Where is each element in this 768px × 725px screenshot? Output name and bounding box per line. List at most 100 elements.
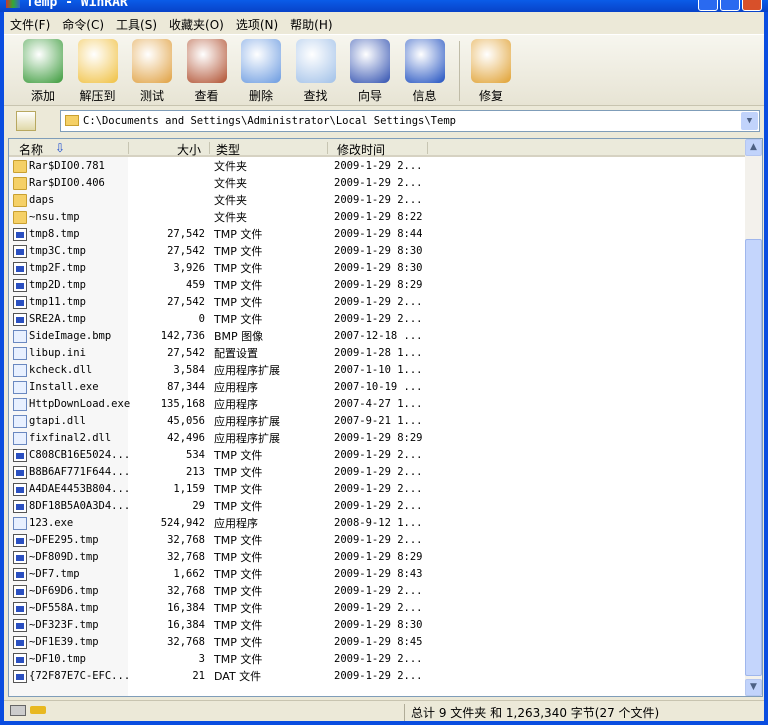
maximize-button[interactable]: [720, 0, 740, 11]
toolbar-button-3[interactable]: 查看: [180, 37, 234, 105]
toolbar-button-1[interactable]: 解压到: [71, 37, 125, 105]
close-button[interactable]: [742, 0, 762, 11]
file-modified: 2009-1-29 2...: [334, 670, 423, 682]
file-row[interactable]: ~DF558A.tmp 16,384 TMP 文件 2009-1-29 2...: [9, 600, 749, 617]
file-modified: 2007-4-27 1...: [334, 398, 423, 410]
toolbar-separator: [459, 41, 460, 101]
file-row[interactable]: Rar$DIO0.406 文件夹 2009-1-29 2...: [9, 175, 749, 192]
menu-item-2[interactable]: 工具(S): [110, 16, 163, 33]
key-icon[interactable]: [30, 706, 46, 714]
repair-icon: [471, 39, 511, 83]
file-row[interactable]: Rar$DIO0.781 文件夹 2009-1-29 2...: [9, 158, 749, 175]
file-type: TMP 文件: [214, 534, 263, 547]
file-type: 文件夹: [214, 160, 247, 173]
path-combobox[interactable]: C:\Documents and Settings\Administrator\…: [60, 110, 760, 132]
file-size: 1,662: [173, 568, 205, 580]
file-size: 459: [186, 279, 205, 291]
file-row[interactable]: daps 文件夹 2009-1-29 2...: [9, 192, 749, 209]
toolbar-button-2[interactable]: 测试: [125, 37, 179, 105]
file-row[interactable]: ~nsu.tmp 文件夹 2009-1-29 8:22: [9, 209, 749, 226]
file-name: libup.ini: [29, 347, 86, 359]
toolbar-label: 信息: [412, 89, 437, 103]
file-name: Install.exe: [29, 381, 99, 393]
file-row[interactable]: A4DAE4453B804... 1,159 TMP 文件 2009-1-29 2..…: [9, 481, 749, 498]
file-row[interactable]: tmp11.tmp 27,542 TMP 文件 2009-1-29 2...: [9, 294, 749, 311]
file-row[interactable]: ~DF323F.tmp 16,384 TMP 文件 2009-1-29 8:30: [9, 617, 749, 634]
file-modified: 2009-1-29 2...: [334, 466, 423, 478]
file-icon: [13, 245, 27, 258]
scroll-down-button[interactable]: ▼: [745, 679, 762, 696]
menu-item-5[interactable]: 帮助(H): [284, 16, 338, 33]
file-modified: 2009-1-29 8:29: [334, 551, 423, 563]
up-folder-button[interactable]: [16, 111, 36, 131]
file-row[interactable]: ~DFE295.tmp 32,768 TMP 文件 2009-1-29 2...: [9, 532, 749, 549]
file-row[interactable]: ~DF809D.tmp 32,768 TMP 文件 2009-1-29 8:29: [9, 549, 749, 566]
file-type: TMP 文件: [214, 245, 263, 258]
minimize-button[interactable]: [698, 0, 718, 11]
file-type: 配置设置: [214, 347, 258, 360]
file-modified: 2009-1-29 8:30: [334, 262, 423, 274]
menu-item-0[interactable]: 文件(F): [4, 16, 56, 33]
file-row[interactable]: tmp3C.tmp 27,542 TMP 文件 2009-1-29 8:30: [9, 243, 749, 260]
file-row[interactable]: SideImage.bmp 142,736 BMP 图像 2007-12-18 ...: [9, 328, 749, 345]
scroll-up-button[interactable]: ▲: [745, 139, 762, 156]
file-row[interactable]: B8B6AF771F644... 213 TMP 文件 2009-1-29 2...: [9, 464, 749, 481]
file-size: 87,344: [167, 381, 205, 393]
menu-item-1[interactable]: 命令(C): [56, 16, 110, 33]
file-size: 27,542: [167, 245, 205, 257]
file-row[interactable]: HttpDownLoad.exe 135,168 应用程序 2007-4-27 1..…: [9, 396, 749, 413]
file-row[interactable]: ~DF1E39.tmp 32,768 TMP 文件 2009-1-29 8:45: [9, 634, 749, 651]
file-row[interactable]: SRE2A.tmp 0 TMP 文件 2009-1-29 2...: [9, 311, 749, 328]
file-row[interactable]: tmp2D.tmp 459 TMP 文件 2009-1-29 8:29: [9, 277, 749, 294]
column-modified[interactable]: 修改时间: [337, 141, 385, 158]
file-modified: 2009-1-29 2...: [334, 194, 423, 206]
vertical-scrollbar[interactable]: ▲ ▼: [745, 139, 762, 696]
file-row[interactable]: kcheck.dll 3,584 应用程序扩展 2007-1-10 1...: [9, 362, 749, 379]
menu-item-4[interactable]: 选项(N): [230, 16, 284, 33]
folder-icon: [13, 160, 27, 173]
app-icon: [13, 415, 27, 428]
file-modified: 2009-1-29 8:30: [334, 619, 423, 631]
toolbar-button-5[interactable]: 查找: [289, 37, 343, 105]
toolbar-button-6[interactable]: 向导: [343, 37, 397, 105]
drive-icon[interactable]: [10, 705, 26, 716]
toolbar-button-7[interactable]: 信息: [398, 37, 452, 105]
file-size: 0: [198, 313, 205, 325]
toolbar-button-8[interactable]: 修复: [464, 37, 518, 105]
file-name: A4DAE4453B804...: [29, 483, 131, 495]
file-name: HttpDownLoad.exe: [29, 398, 131, 410]
file-row[interactable]: 8DF18B5A0A3D4... 29 TMP 文件 2009-1-29 2...: [9, 498, 749, 515]
toolbar-button-0[interactable]: 添加: [16, 37, 70, 105]
file-row[interactable]: Install.exe 87,344 应用程序 2007-10-19 ...: [9, 379, 749, 396]
file-modified: 2009-1-29 8:30: [334, 245, 423, 257]
file-row[interactable]: ~DF7.tmp 1,662 TMP 文件 2009-1-29 8:43: [9, 566, 749, 583]
file-modified: 2009-1-29 8:22: [334, 211, 423, 223]
file-icon: [13, 262, 27, 275]
toolbar-label: 修复: [478, 89, 503, 103]
column-type[interactable]: 类型: [216, 141, 240, 158]
file-row[interactable]: ~DF10.tmp 3 TMP 文件 2009-1-29 2...: [9, 651, 749, 668]
menu-item-3[interactable]: 收藏夹(O): [163, 16, 230, 33]
file-name: {72F87E7C-EFC...: [29, 670, 131, 682]
file-type: DAT 文件: [214, 670, 262, 683]
chevron-down-icon[interactable]: ▼: [741, 112, 758, 130]
file-row[interactable]: {72F87E7C-EFC... 21 DAT 文件 2009-1-29 2...: [9, 668, 749, 685]
file-row[interactable]: tmp2F.tmp 3,926 TMP 文件 2009-1-29 8:30: [9, 260, 749, 277]
column-size[interactable]: 大小: [177, 141, 201, 158]
toolbar-label: 添加: [30, 89, 55, 103]
file-name: fixfinal2.dll: [29, 432, 112, 444]
file-type: TMP 文件: [214, 449, 263, 462]
file-row[interactable]: tmp8.tmp 27,542 TMP 文件 2009-1-29 8:44: [9, 226, 749, 243]
file-icon: [13, 228, 27, 241]
file-row[interactable]: ~DF69D6.tmp 32,768 TMP 文件 2009-1-29 2...: [9, 583, 749, 600]
file-type: 应用程序: [214, 381, 258, 394]
file-row[interactable]: fixfinal2.dll 42,496 应用程序扩展 2009-1-29 8:29: [9, 430, 749, 447]
file-row[interactable]: C808CB16E5024... 534 TMP 文件 2009-1-29 2...: [9, 447, 749, 464]
file-row[interactable]: gtapi.dll 45,056 应用程序扩展 2007-9-21 1...: [9, 413, 749, 430]
file-row[interactable]: 123.exe 524,942 应用程序 2008-9-12 1...: [9, 515, 749, 532]
file-type: TMP 文件: [214, 228, 263, 241]
column-name[interactable]: 名称: [19, 141, 43, 158]
scroll-thumb[interactable]: [745, 239, 762, 676]
file-row[interactable]: libup.ini 27,542 配置设置 2009-1-28 1...: [9, 345, 749, 362]
toolbar-button-4[interactable]: 删除: [234, 37, 288, 105]
